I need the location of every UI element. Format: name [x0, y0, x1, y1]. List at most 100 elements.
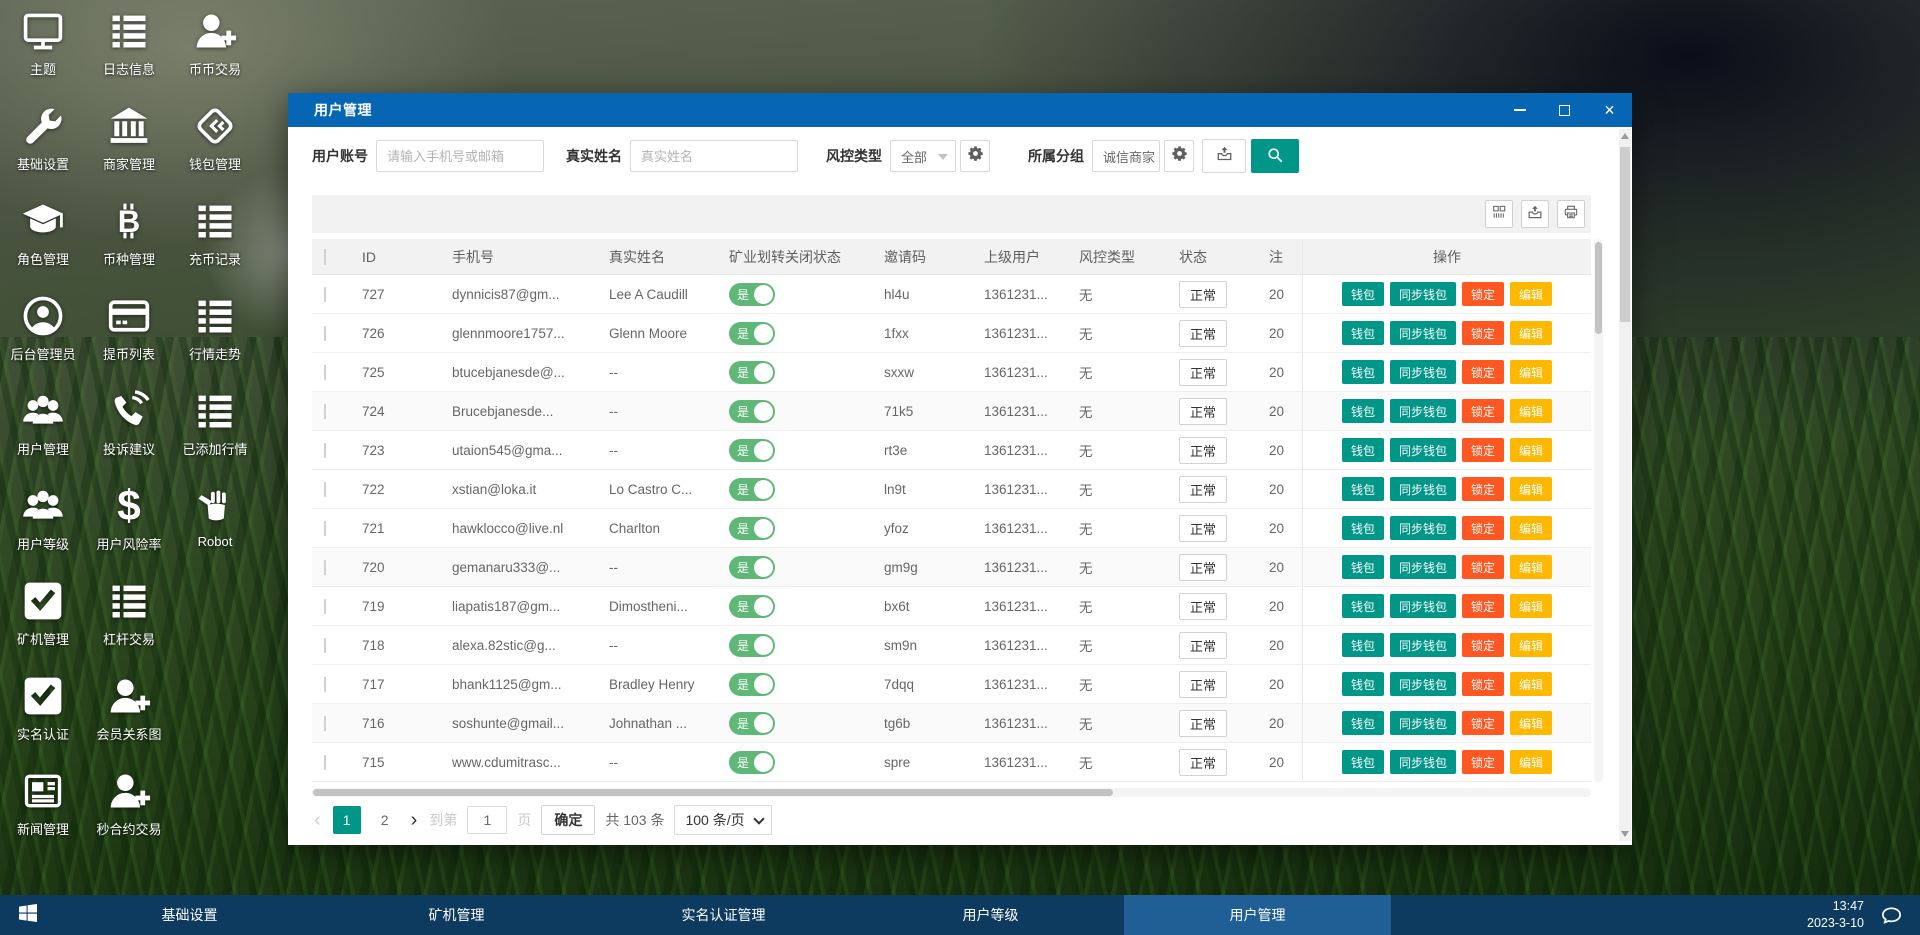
- realname-input[interactable]: [630, 140, 798, 172]
- edit-button[interactable]: 编辑: [1510, 438, 1552, 462]
- taskbar-clock[interactable]: 13:47 2023-3-10: [1807, 898, 1864, 932]
- desktop-icon-会员关系图[interactable]: 会员关系图: [86, 665, 172, 760]
- confirm-page-button[interactable]: 确定: [541, 805, 595, 835]
- search-button[interactable]: [1251, 139, 1299, 173]
- row-checkbox[interactable]: [324, 443, 326, 458]
- status-badge[interactable]: 正常: [1179, 749, 1227, 776]
- taskbar-item-用户等级[interactable]: 用户等级: [857, 895, 1124, 935]
- sync-wallet-button[interactable]: 同步钱包: [1390, 633, 1456, 657]
- taskbar-item-矿机管理[interactable]: 矿机管理: [323, 895, 590, 935]
- sync-wallet-button[interactable]: 同步钱包: [1390, 282, 1456, 306]
- sync-wallet-button[interactable]: 同步钱包: [1390, 399, 1456, 423]
- desktop-icon-钱包管理[interactable]: 钱包管理: [172, 95, 258, 190]
- lock-button[interactable]: 锁定: [1462, 321, 1504, 345]
- desktop-icon-用户管理[interactable]: 用户管理: [0, 380, 86, 475]
- wallet-button[interactable]: 钱包: [1342, 672, 1384, 696]
- desktop-icon-后台管理员[interactable]: 后台管理员: [0, 285, 86, 380]
- sync-wallet-button[interactable]: 同步钱包: [1390, 594, 1456, 618]
- status-badge[interactable]: 正常: [1179, 593, 1227, 620]
- wallet-button[interactable]: 钱包: [1342, 633, 1384, 657]
- row-checkbox[interactable]: [324, 716, 326, 731]
- transfer-toggle[interactable]: 是: [729, 751, 775, 774]
- desktop-icon-基础设置[interactable]: 基础设置: [0, 95, 86, 190]
- sync-wallet-button[interactable]: 同步钱包: [1390, 555, 1456, 579]
- desktop-icon-角色管理[interactable]: 角色管理: [0, 190, 86, 285]
- minimize-button[interactable]: [1497, 93, 1542, 127]
- next-page-button[interactable]: ›: [409, 809, 420, 832]
- export-table-button[interactable]: [1521, 200, 1549, 228]
- close-button[interactable]: ×: [1587, 93, 1632, 127]
- window-vertical-scrollbar[interactable]: [1619, 129, 1631, 841]
- lock-button[interactable]: 锁定: [1462, 282, 1504, 306]
- transfer-toggle[interactable]: 是: [729, 556, 775, 579]
- edit-button[interactable]: 编辑: [1510, 399, 1552, 423]
- sync-wallet-button[interactable]: 同步钱包: [1390, 477, 1456, 501]
- lock-button[interactable]: 锁定: [1462, 594, 1504, 618]
- transfer-toggle[interactable]: 是: [729, 361, 775, 384]
- row-checkbox[interactable]: [324, 365, 326, 380]
- sync-wallet-button[interactable]: 同步钱包: [1390, 516, 1456, 540]
- sync-wallet-button[interactable]: 同步钱包: [1390, 321, 1456, 345]
- row-checkbox[interactable]: [324, 482, 326, 497]
- desktop-icon-提币列表[interactable]: 提币列表: [86, 285, 172, 380]
- lock-button[interactable]: 锁定: [1462, 360, 1504, 384]
- row-checkbox[interactable]: [324, 599, 326, 614]
- table-vertical-scrollbar[interactable]: [1594, 239, 1603, 782]
- edit-button[interactable]: 编辑: [1510, 477, 1552, 501]
- transfer-toggle[interactable]: 是: [729, 595, 775, 618]
- sync-wallet-button[interactable]: 同步钱包: [1390, 672, 1456, 696]
- wallet-button[interactable]: 钱包: [1342, 360, 1384, 384]
- status-badge[interactable]: 正常: [1179, 476, 1227, 503]
- status-badge[interactable]: 正常: [1179, 710, 1227, 737]
- edit-button[interactable]: 编辑: [1510, 516, 1552, 540]
- transfer-toggle[interactable]: 是: [729, 712, 775, 735]
- status-badge[interactable]: 正常: [1179, 554, 1227, 581]
- edit-button[interactable]: 编辑: [1510, 750, 1552, 774]
- edit-button[interactable]: 编辑: [1510, 594, 1552, 618]
- lock-button[interactable]: 锁定: [1462, 672, 1504, 696]
- taskbar-item-用户管理[interactable]: 用户管理: [1124, 895, 1391, 935]
- desktop-icon-用户风险率[interactable]: $用户风险率: [86, 475, 172, 570]
- desktop-icon-投诉建议[interactable]: 投诉建议: [86, 380, 172, 475]
- lock-button[interactable]: 锁定: [1462, 438, 1504, 462]
- transfer-toggle[interactable]: 是: [729, 673, 775, 696]
- sync-wallet-button[interactable]: 同步钱包: [1390, 438, 1456, 462]
- columns-button[interactable]: [1485, 200, 1513, 228]
- account-input[interactable]: [376, 140, 544, 172]
- desktop-icon-日志信息[interactable]: 日志信息: [86, 0, 172, 95]
- edit-button[interactable]: 编辑: [1510, 672, 1552, 696]
- desktop-icon-行情走势[interactable]: 行情走势: [172, 285, 258, 380]
- status-badge[interactable]: 正常: [1179, 281, 1227, 308]
- select-all-checkbox[interactable]: [324, 249, 326, 265]
- wallet-button[interactable]: 钱包: [1342, 321, 1384, 345]
- lock-button[interactable]: 锁定: [1462, 633, 1504, 657]
- status-badge[interactable]: 正常: [1179, 671, 1227, 698]
- risk-type-select[interactable]: 全部: [890, 140, 956, 172]
- desktop-icon-已添加行情[interactable]: 已添加行情: [172, 380, 258, 475]
- page-button-2[interactable]: 2: [371, 806, 399, 834]
- taskbar-item-基础设置[interactable]: 基础设置: [56, 895, 323, 935]
- wallet-button[interactable]: 钱包: [1342, 438, 1384, 462]
- lock-button[interactable]: 锁定: [1462, 399, 1504, 423]
- edit-button[interactable]: 编辑: [1510, 555, 1552, 579]
- edit-button[interactable]: 编辑: [1510, 360, 1552, 384]
- desktop-icon-新闻管理[interactable]: 新闻管理: [0, 760, 86, 855]
- transfer-toggle[interactable]: 是: [729, 283, 775, 306]
- scroll-up-arrow[interactable]: [1619, 129, 1631, 143]
- row-checkbox[interactable]: [324, 521, 326, 536]
- lock-button[interactable]: 锁定: [1462, 711, 1504, 735]
- desktop-icon-商家管理[interactable]: 商家管理: [86, 95, 172, 190]
- wallet-button[interactable]: 钱包: [1342, 711, 1384, 735]
- transfer-toggle[interactable]: 是: [729, 322, 775, 345]
- desktop-icon-Robot[interactable]: Robot: [172, 475, 258, 570]
- taskbar-item-实名认证管理[interactable]: 实名认证管理: [590, 895, 857, 935]
- status-badge[interactable]: 正常: [1179, 320, 1227, 347]
- risk-settings-button[interactable]: [960, 140, 990, 172]
- desktop-icon-充币记录[interactable]: 充币记录: [172, 190, 258, 285]
- lock-button[interactable]: 锁定: [1462, 555, 1504, 579]
- group-settings-button[interactable]: [1164, 140, 1194, 172]
- edit-button[interactable]: 编辑: [1510, 282, 1552, 306]
- wallet-button[interactable]: 钱包: [1342, 594, 1384, 618]
- desktop-icon-矿机管理[interactable]: 矿机管理: [0, 570, 86, 665]
- status-badge[interactable]: 正常: [1179, 359, 1227, 386]
